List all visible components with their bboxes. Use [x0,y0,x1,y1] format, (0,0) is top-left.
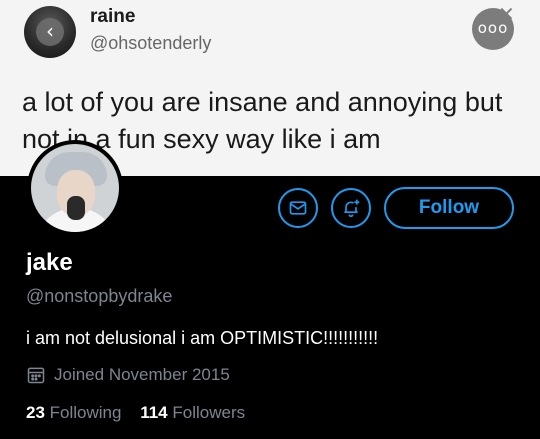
tweet-author-name[interactable]: raine [90,6,135,28]
tweet-author-avatar[interactable]: ‹ [24,6,76,58]
calendar-icon [27,367,45,384]
avatar-hand [67,196,85,220]
profile-bio: i am not delusional i am OPTIMISTIC!!!!!… [26,328,379,348]
followers-count: 114 [140,403,168,422]
follow-stats: 23 Following 114 Followers [26,403,259,423]
following-label: Following [49,403,122,422]
profile-avatar[interactable] [27,140,123,236]
chevron-left-icon[interactable]: ‹ [36,18,64,46]
following-link[interactable]: 23 Following [26,403,140,422]
message-button[interactable] [278,188,318,228]
tweet-author-handle[interactable]: @ohsotenderly [90,33,211,54]
joined-text: Joined November 2015 [54,365,230,384]
following-count: 23 [26,403,45,422]
more-horizontal-icon[interactable]: ooo [472,8,514,50]
mail-icon [289,201,307,215]
profile-handle: @nonstopbydrake [26,286,173,306]
follow-button[interactable]: Follow [384,187,514,229]
followers-label: Followers [172,403,246,422]
profile-display-name: jake [26,249,73,276]
joined-date: Joined November 2015 [26,365,230,385]
notifications-button[interactable] [331,188,371,228]
bell-plus-icon [344,199,360,218]
followers-link[interactable]: 114 Followers [140,403,259,422]
